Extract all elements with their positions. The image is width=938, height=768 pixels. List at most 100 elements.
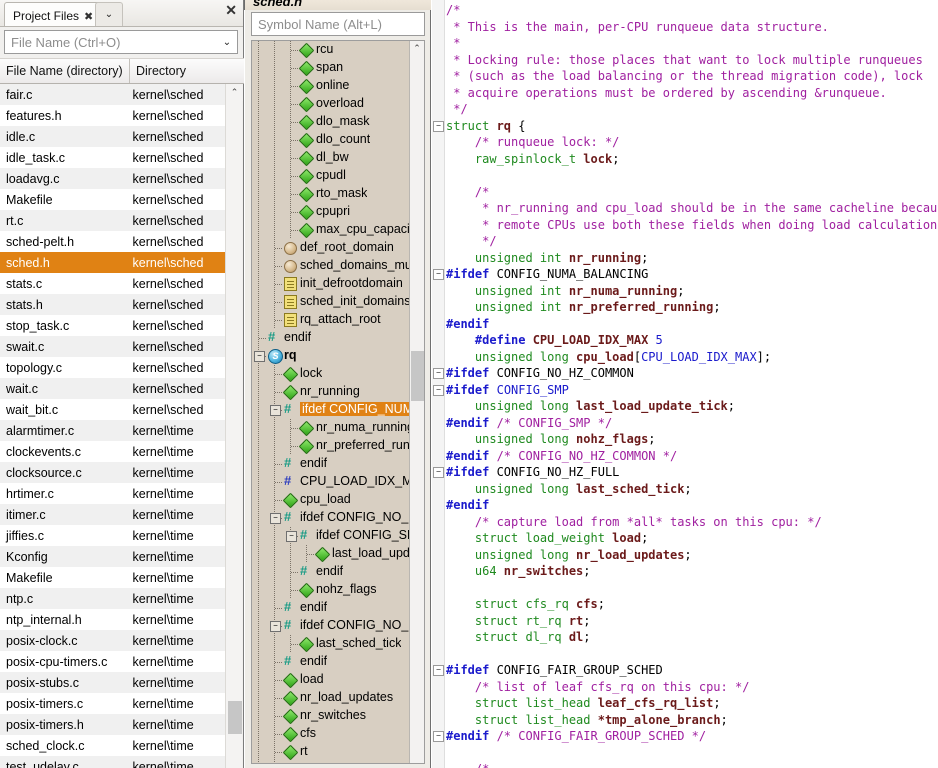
code-fold-toggle[interactable]: − xyxy=(433,368,444,379)
symbol-tree-node[interactable]: # endif xyxy=(252,329,409,347)
symbol-tree-node[interactable]: last_sched_tick xyxy=(252,635,409,653)
symbol-tree-node[interactable]: # endif xyxy=(252,599,409,617)
symbol-tree-node[interactable]: −# ifdef CONFIG_NO_HZ_COMMON xyxy=(252,509,409,527)
code-fold-toggle[interactable]: − xyxy=(433,384,444,396)
symbol-tree-node[interactable]: online xyxy=(252,77,409,95)
tree-collapse-icon[interactable]: − xyxy=(270,621,281,632)
column-header-directory[interactable]: Directory xyxy=(130,59,244,83)
symbol-tree-node[interactable]: −# ifdef CONFIG_SMP xyxy=(252,527,409,545)
symbol-tree-node[interactable]: −# ifdef CONFIG_NUMA_BALANCING xyxy=(252,401,409,419)
tab-project-files[interactable]: Project Files ✖ xyxy=(4,2,103,26)
tree-collapse-icon[interactable]: − xyxy=(254,351,265,362)
symbol-tree-node[interactable]: −# ifdef CONFIG_NO_HZ_FULL xyxy=(252,617,409,635)
file-list-item[interactable]: clocksource.c kernel\time xyxy=(0,462,226,483)
file-list-item[interactable]: idle_task.c kernel\sched xyxy=(0,147,226,168)
tree-collapse-icon[interactable]: − xyxy=(270,513,281,524)
panel-close-icon[interactable]: ✕ xyxy=(225,3,237,17)
file-name-filter[interactable]: File Name (Ctrl+O) ⌄ xyxy=(4,30,238,54)
symbol-tree-node[interactable]: # endif xyxy=(252,653,409,671)
file-list-item[interactable]: stats.h kernel\sched xyxy=(0,294,226,315)
file-list-item[interactable]: Kconfig kernel\time xyxy=(0,546,226,567)
symbol-tree-node[interactable]: rcu xyxy=(252,41,409,59)
symbol-tree-node[interactable]: # CPU_LOAD_IDX_MAX xyxy=(252,473,409,491)
file-list-item[interactable]: ntp_internal.h kernel\time xyxy=(0,609,226,630)
symbol-tree-node[interactable]: dl xyxy=(252,761,409,763)
file-list-item[interactable]: posix-timers.c kernel\time xyxy=(0,693,226,714)
file-list-item[interactable]: clockevents.c kernel\time xyxy=(0,441,226,462)
symbol-tree-scroll-thumb[interactable] xyxy=(411,351,424,401)
file-list-item[interactable]: posix-stubs.c kernel\time xyxy=(0,672,226,693)
symbol-tree-node[interactable]: cpupri xyxy=(252,203,409,221)
code-fold-toggle[interactable]: − xyxy=(433,665,444,676)
file-list-item[interactable]: sched.h kernel\sched xyxy=(0,252,226,273)
column-header-file-name[interactable]: File Name (directory) xyxy=(0,59,130,83)
symbol-tree-node[interactable]: nr_load_updates xyxy=(252,689,409,707)
source-code[interactable]: /* * This is the main, per-CPU runqueue … xyxy=(446,2,938,768)
symbol-tree-node[interactable]: cpu_load xyxy=(252,491,409,509)
symbol-tree-node[interactable]: cfs xyxy=(252,725,409,743)
code-fold-toggle[interactable]: − xyxy=(433,120,444,132)
symbol-tree-node[interactable]: rt xyxy=(252,743,409,761)
file-list-item[interactable]: loadavg.c kernel\sched xyxy=(0,168,226,189)
file-list-item[interactable]: Makefile kernel\time xyxy=(0,567,226,588)
file-list-item[interactable]: sched-pelt.h kernel\sched xyxy=(0,231,226,252)
close-icon[interactable]: ✖ xyxy=(84,10,93,23)
symbol-tree[interactable]: rcu span online overload dlo_mask dlo_count dl… xyxy=(251,40,425,764)
symbol-tree-node[interactable]: nr_switches xyxy=(252,707,409,725)
file-list-item[interactable]: Makefile kernel\sched xyxy=(0,189,226,210)
editor-fold-gutter[interactable]: − − − − − − − xyxy=(432,0,445,768)
symbol-tree-node[interactable]: nr_preferred_running xyxy=(252,437,409,455)
file-list-item[interactable]: posix-clock.c kernel\time xyxy=(0,630,226,651)
symbol-tree-node[interactable]: nr_numa_running xyxy=(252,419,409,437)
symbol-tree-node[interactable]: cpudl xyxy=(252,167,409,185)
file-list-item[interactable]: fair.c kernel\sched xyxy=(0,84,226,105)
symbol-tree-node[interactable]: nr_running xyxy=(252,383,409,401)
symbol-tree-node[interactable]: − Srq xyxy=(252,347,409,365)
file-list-item[interactable]: hrtimer.c kernel\time xyxy=(0,483,226,504)
symbol-tree-node[interactable]: sched_init_domains xyxy=(252,293,409,311)
symbol-tree-node[interactable]: dlo_mask xyxy=(252,113,409,131)
chevron-down-icon[interactable]: ⌄ xyxy=(95,2,123,26)
file-list-item[interactable]: wait_bit.c kernel\sched xyxy=(0,399,226,420)
symbol-tree-node[interactable]: overload xyxy=(252,95,409,113)
symbol-tree-node[interactable]: init_defrootdomain xyxy=(252,275,409,293)
symbol-tree-scrollbar[interactable]: ⌃ xyxy=(409,41,424,763)
code-editor[interactable]: − − − − − − − /* * This is the main, per-CPU r… xyxy=(432,0,938,768)
symbol-tree-node[interactable]: load xyxy=(252,671,409,689)
symbol-tree-node[interactable]: span xyxy=(252,59,409,77)
file-list-item[interactable]: swait.c kernel\sched xyxy=(0,336,226,357)
symbol-tree-node[interactable]: lock xyxy=(252,365,409,383)
file-list-item[interactable]: features.h kernel\sched xyxy=(0,105,226,126)
file-list[interactable]: fair.c kernel\sched features.h kernel\sched… xyxy=(0,84,226,768)
symbol-tree-node[interactable]: def_root_domain xyxy=(252,239,409,257)
file-list-item[interactable]: test_udelay.c kernel\time xyxy=(0,756,226,768)
symbol-tree-node[interactable]: dl_bw xyxy=(252,149,409,167)
file-list-item[interactable]: sched_clock.c kernel\time xyxy=(0,735,226,756)
file-list-item[interactable]: posix-cpu-timers.c kernel\time xyxy=(0,651,226,672)
scroll-up-icon[interactable]: ⌃ xyxy=(226,84,243,101)
file-list-scrollbar[interactable]: ⌃ xyxy=(225,84,243,768)
file-list-item[interactable]: stats.c kernel\sched xyxy=(0,273,226,294)
file-list-item[interactable]: jiffies.c kernel\time xyxy=(0,525,226,546)
symbol-name-input[interactable]: Symbol Name (Alt+L) xyxy=(251,12,425,36)
code-fold-toggle[interactable]: − xyxy=(433,269,444,280)
symbol-tree-node[interactable]: # endif xyxy=(252,455,409,473)
symbol-tree-node[interactable]: sched_domains_mutex xyxy=(252,257,409,275)
file-list-item[interactable]: rt.c kernel\sched xyxy=(0,210,226,231)
tree-collapse-icon[interactable]: − xyxy=(270,405,281,416)
file-list-item[interactable]: alarmtimer.c kernel\time xyxy=(0,420,226,441)
symbol-tree-node[interactable]: rq_attach_root xyxy=(252,311,409,329)
symbol-tree-node[interactable]: rto_mask xyxy=(252,185,409,203)
symbol-tree-node[interactable]: # endif xyxy=(252,563,409,581)
symbol-tree-node[interactable]: dlo_count xyxy=(252,131,409,149)
file-list-item[interactable]: stop_task.c kernel\sched xyxy=(0,315,226,336)
tree-collapse-icon[interactable]: − xyxy=(286,531,297,542)
file-list-scroll-thumb[interactable] xyxy=(228,701,242,734)
file-list-item[interactable]: wait.c kernel\sched xyxy=(0,378,226,399)
file-list-item[interactable]: ntp.c kernel\time xyxy=(0,588,226,609)
symbol-tree-node[interactable]: max_cpu_capacity xyxy=(252,221,409,239)
file-list-item[interactable]: topology.c kernel\sched xyxy=(0,357,226,378)
file-list-item[interactable]: posix-timers.h kernel\time xyxy=(0,714,226,735)
chevron-down-icon[interactable]: ⌄ xyxy=(217,37,237,48)
code-fold-toggle[interactable]: − xyxy=(433,467,444,478)
